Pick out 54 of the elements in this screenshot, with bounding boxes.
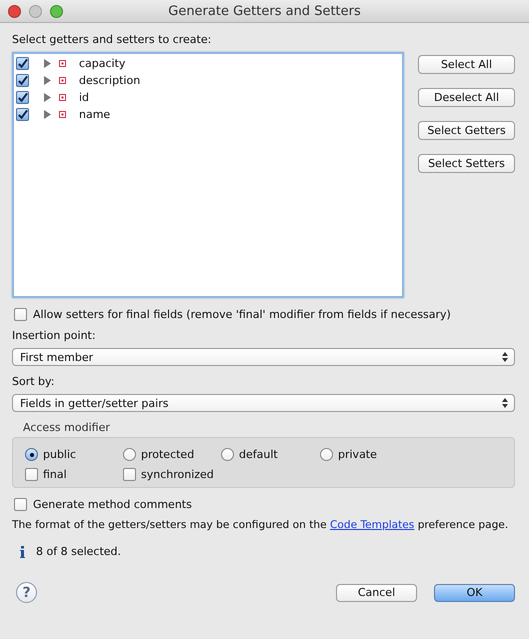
checkbox[interactable] [14,498,27,511]
checkbox[interactable] [16,57,29,70]
field-icon [59,111,66,118]
expand-arrow-icon[interactable] [43,110,51,119]
checkbox[interactable] [16,74,29,87]
radio-label: protected [141,448,194,461]
action-button[interactable]: Select All [418,55,515,74]
tree-label: Select getters and setters to create: [12,33,212,46]
radio-button[interactable] [320,448,333,461]
checkbox-label: Allow setters for final fields (remove 'final' modifier from fields if necessary) [33,308,451,321]
expand-arrow-icon[interactable] [43,59,51,68]
code-templates-link[interactable]: Code Templates [330,519,414,531]
help-button[interactable]: ? [16,582,37,603]
field-name[interactable]: name [79,108,110,121]
action-button[interactable]: Select Getters [418,121,515,140]
status-text: 8 of 8 selected. [36,545,122,558]
expand-arrow-icon[interactable] [43,93,51,102]
field-icon [59,77,66,84]
field-name[interactable]: capacity [79,57,126,70]
expand-arrow-icon[interactable] [43,76,51,85]
checkbox[interactable] [16,91,29,104]
close-button[interactable] [8,4,21,18]
field-name[interactable]: description [79,74,140,87]
checkbox-label: synchronized [141,468,214,481]
zoom-button[interactable] [50,4,63,18]
checkbox[interactable] [123,468,136,481]
checkbox-label: Generate method comments [33,498,192,511]
checkbox[interactable] [25,468,38,481]
cancel-button[interactable]: Cancel [336,584,417,602]
sort-by-label: Sort by: [12,375,54,388]
insertion-point-dropdown[interactable]: First member [12,348,515,366]
field-name[interactable]: id [79,91,90,104]
checkbox[interactable] [14,308,27,321]
info-icon [20,546,25,558]
format-note: The format of the getters/setters may be configured on the Code Templates preference page. [12,519,510,531]
field-icon [59,60,66,67]
stepper-arrows-icon [502,398,508,408]
radio-button[interactable] [25,448,38,461]
radio-button[interactable] [221,448,234,461]
radio-label: public [43,448,76,461]
field-icon [59,94,66,101]
group-title: Access modifier [23,421,110,434]
checkbox-label: final [43,468,67,481]
stepper-arrows-icon [502,352,508,362]
sort-by-dropdown[interactable]: Fields in getter/setter pairs [12,394,515,412]
checkbox[interactable] [16,108,29,121]
radio-label: private [338,448,377,461]
radio-label: default [239,448,278,461]
ok-button[interactable]: OK [434,584,515,602]
window-title: Generate Getters and Setters [168,4,361,18]
radio-button[interactable] [123,448,136,461]
insertion-point-label: Insertion point: [12,329,96,342]
action-button[interactable]: Deselect All [418,88,515,107]
action-button[interactable]: Select Setters [418,154,515,173]
